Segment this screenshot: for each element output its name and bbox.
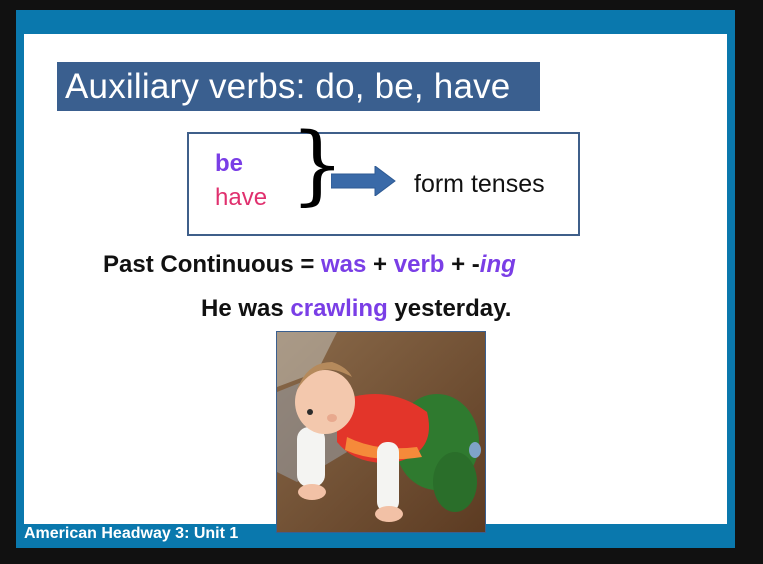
slide-frame: Auxiliary verbs: do, be, have be have } … [16, 10, 735, 548]
slide-title-box: Auxiliary verbs: do, be, have [57, 62, 540, 111]
right-arrow-icon [331, 166, 396, 196]
formula-plus-2: + - [444, 251, 480, 278]
auxiliary-rule-box: be have } form tenses [187, 122, 580, 236]
formula-suffix: ing [479, 251, 516, 278]
slide-canvas: Auxiliary verbs: do, be, have be have } … [24, 34, 727, 533]
top-screen-edge [0, 0, 763, 10]
bottom-screen-edge [0, 548, 763, 564]
formula-aux: was [321, 251, 367, 278]
form-tenses-label: form tenses [414, 170, 545, 198]
aux-be-label: be [215, 150, 244, 177]
slide-title: Auxiliary verbs: do, be, have [65, 66, 511, 106]
aux-have-label: have [215, 184, 268, 211]
footer-course-label: American Headway 3: Unit 1 [24, 525, 239, 542]
past-continuous-formula: Past Continuous = was + verb + -ing [103, 251, 516, 279]
example-after: yesterday. [387, 295, 512, 322]
formula-plus-1: + [366, 251, 394, 278]
right-screen-edge [735, 0, 763, 564]
crawling-baby-photo [276, 331, 486, 533]
formula-verb: verb [393, 251, 445, 278]
example-highlight: crawling [290, 295, 388, 322]
example-sentence: He was crawling yesterday. [201, 295, 511, 323]
example-before: He was [201, 295, 291, 322]
formula-label: Past Continuous = [103, 251, 322, 278]
